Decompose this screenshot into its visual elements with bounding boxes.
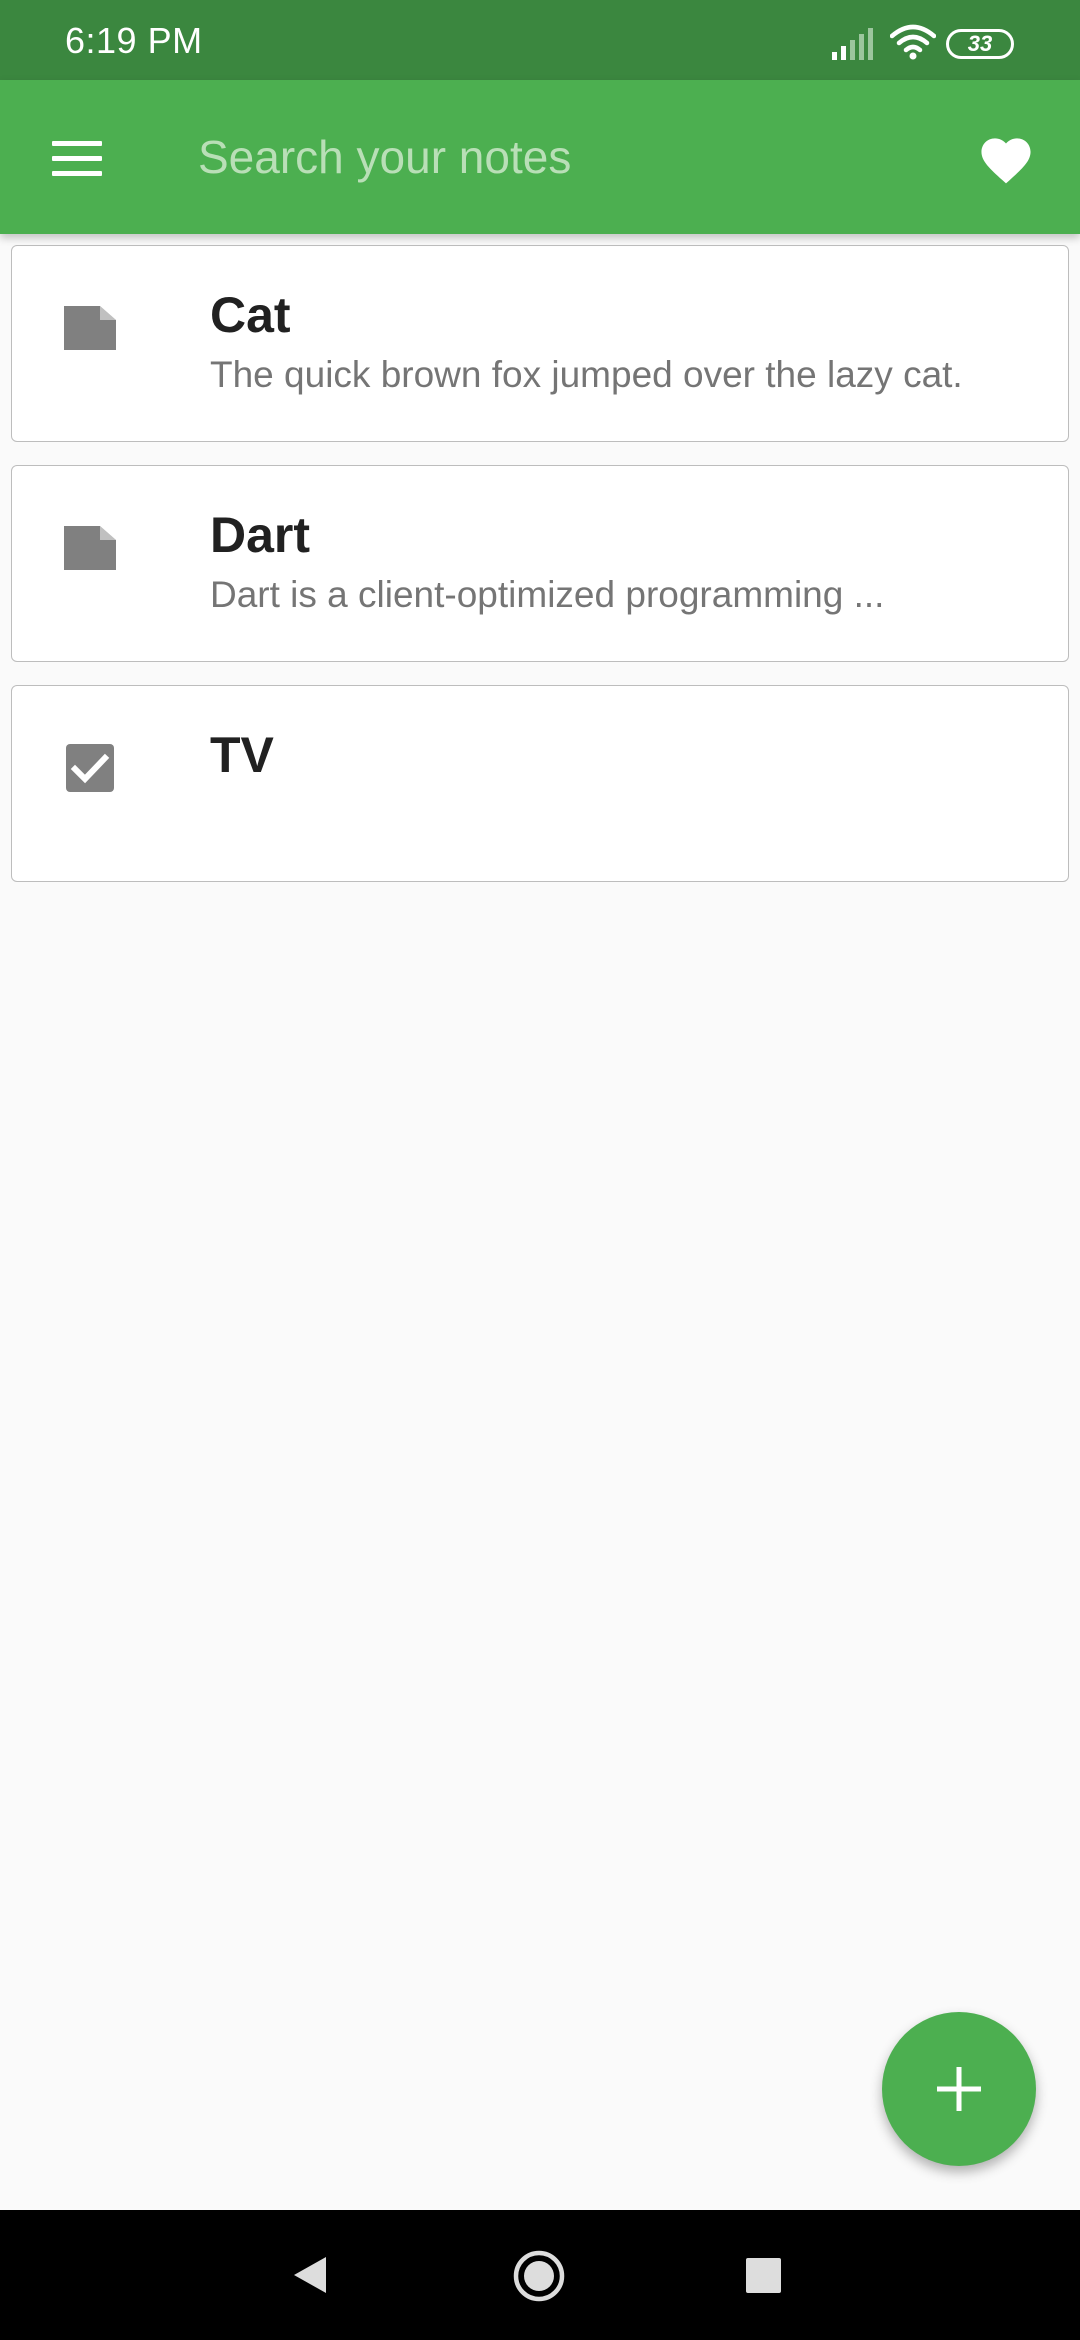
battery-icon: 33 [946, 29, 1014, 59]
signal-icon [832, 28, 873, 60]
note-title: Dart [210, 507, 311, 563]
wifi-icon [890, 24, 936, 60]
menu-button[interactable] [30, 116, 124, 200]
note-card[interactable]: TV [11, 685, 1069, 882]
status-bar: 6:19 PM 33 [0, 0, 1080, 80]
note-preview: Dart is a client-optimized programming .… [210, 574, 885, 615]
add-icon [937, 2067, 981, 2111]
checkbox-icon [66, 744, 114, 792]
favorite-button[interactable] [962, 118, 1050, 198]
note-card[interactable]: Dart Dart is a client-optimized programm… [11, 465, 1069, 662]
heart-icon [981, 138, 1031, 184]
note-icon [64, 306, 116, 350]
search-input[interactable] [198, 120, 898, 194]
note-card[interactable]: Cat The quick brown fox jumped over the … [11, 245, 1069, 442]
add-note-button[interactable] [882, 2012, 1036, 2166]
note-preview: The quick brown fox jumped over the lazy… [210, 354, 963, 395]
menu-icon-line [52, 155, 102, 161]
note-icon [64, 526, 116, 570]
battery-level: 33 [967, 31, 993, 56]
note-title: Cat [210, 287, 291, 343]
app-bar [0, 80, 1080, 234]
back-icon[interactable] [292, 2255, 328, 2295]
menu-icon-line [52, 140, 102, 146]
note-list: Cat The quick brown fox jumped over the … [11, 245, 1069, 882]
home-icon[interactable] [513, 2250, 565, 2302]
navigation-bar [0, 2210, 1080, 2340]
status-time: 6:19 PM [65, 20, 203, 61]
note-title: TV [210, 727, 274, 783]
menu-icon-line [52, 170, 102, 176]
recents-icon[interactable] [746, 2258, 781, 2293]
